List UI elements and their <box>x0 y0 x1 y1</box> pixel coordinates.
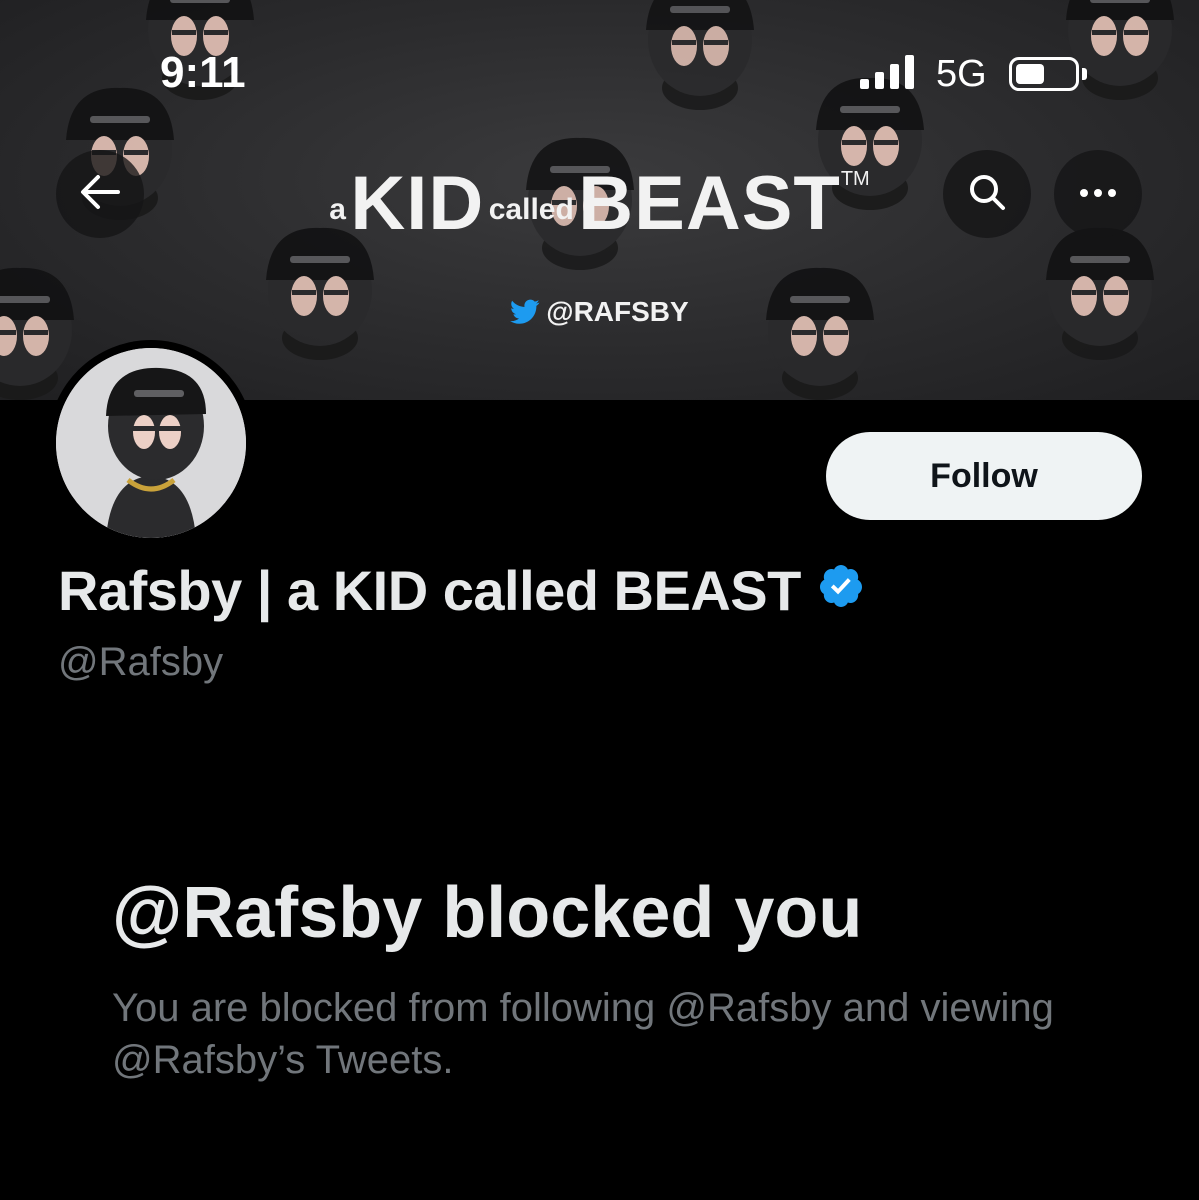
banner-handle-text: @RAFSBY <box>546 296 689 327</box>
status-time: 9:11 <box>160 48 246 97</box>
brand-kid: KID <box>350 161 485 246</box>
battery-icon <box>1008 57 1079 91</box>
brand-called: called <box>488 193 574 226</box>
twitter-bird-icon <box>510 299 540 332</box>
display-name-text: Rafsby | a KID called BEAST <box>58 559 801 622</box>
profile-avatar[interactable] <box>48 340 254 546</box>
follow-button[interactable]: Follow <box>826 432 1142 520</box>
avatar-image <box>56 348 246 538</box>
brand-prefix: a <box>329 193 346 226</box>
battery-cap <box>1081 68 1087 80</box>
search-button[interactable] <box>943 150 1031 238</box>
back-button[interactable] <box>56 150 144 238</box>
brand-trademark: TM <box>840 168 870 190</box>
more-horizontal-icon <box>1078 185 1118 203</box>
banner-handle: @RAFSBY <box>0 296 1199 332</box>
profile-handle: @Rafsby <box>58 640 224 684</box>
verified-badge-icon[interactable] <box>817 558 865 623</box>
blocked-description: You are blocked from following @Rafsby a… <box>112 986 1054 1082</box>
more-button[interactable] <box>1054 150 1142 238</box>
brand-beast: BEAST <box>578 161 841 246</box>
profile-display-name: Rafsby | a KID called BEAST <box>58 558 865 623</box>
network-type: 5G <box>936 52 987 95</box>
arrow-left-icon <box>80 174 120 215</box>
signal-icon <box>860 54 918 94</box>
profile-banner: a KID called BEASTTM @RAFSBY 9:11 5G <box>0 0 1199 400</box>
search-icon <box>967 172 1007 217</box>
battery-fill <box>1015 64 1044 84</box>
status-indicators: 5G <box>860 52 1087 96</box>
blocked-title: @Rafsby blocked you <box>112 873 863 953</box>
